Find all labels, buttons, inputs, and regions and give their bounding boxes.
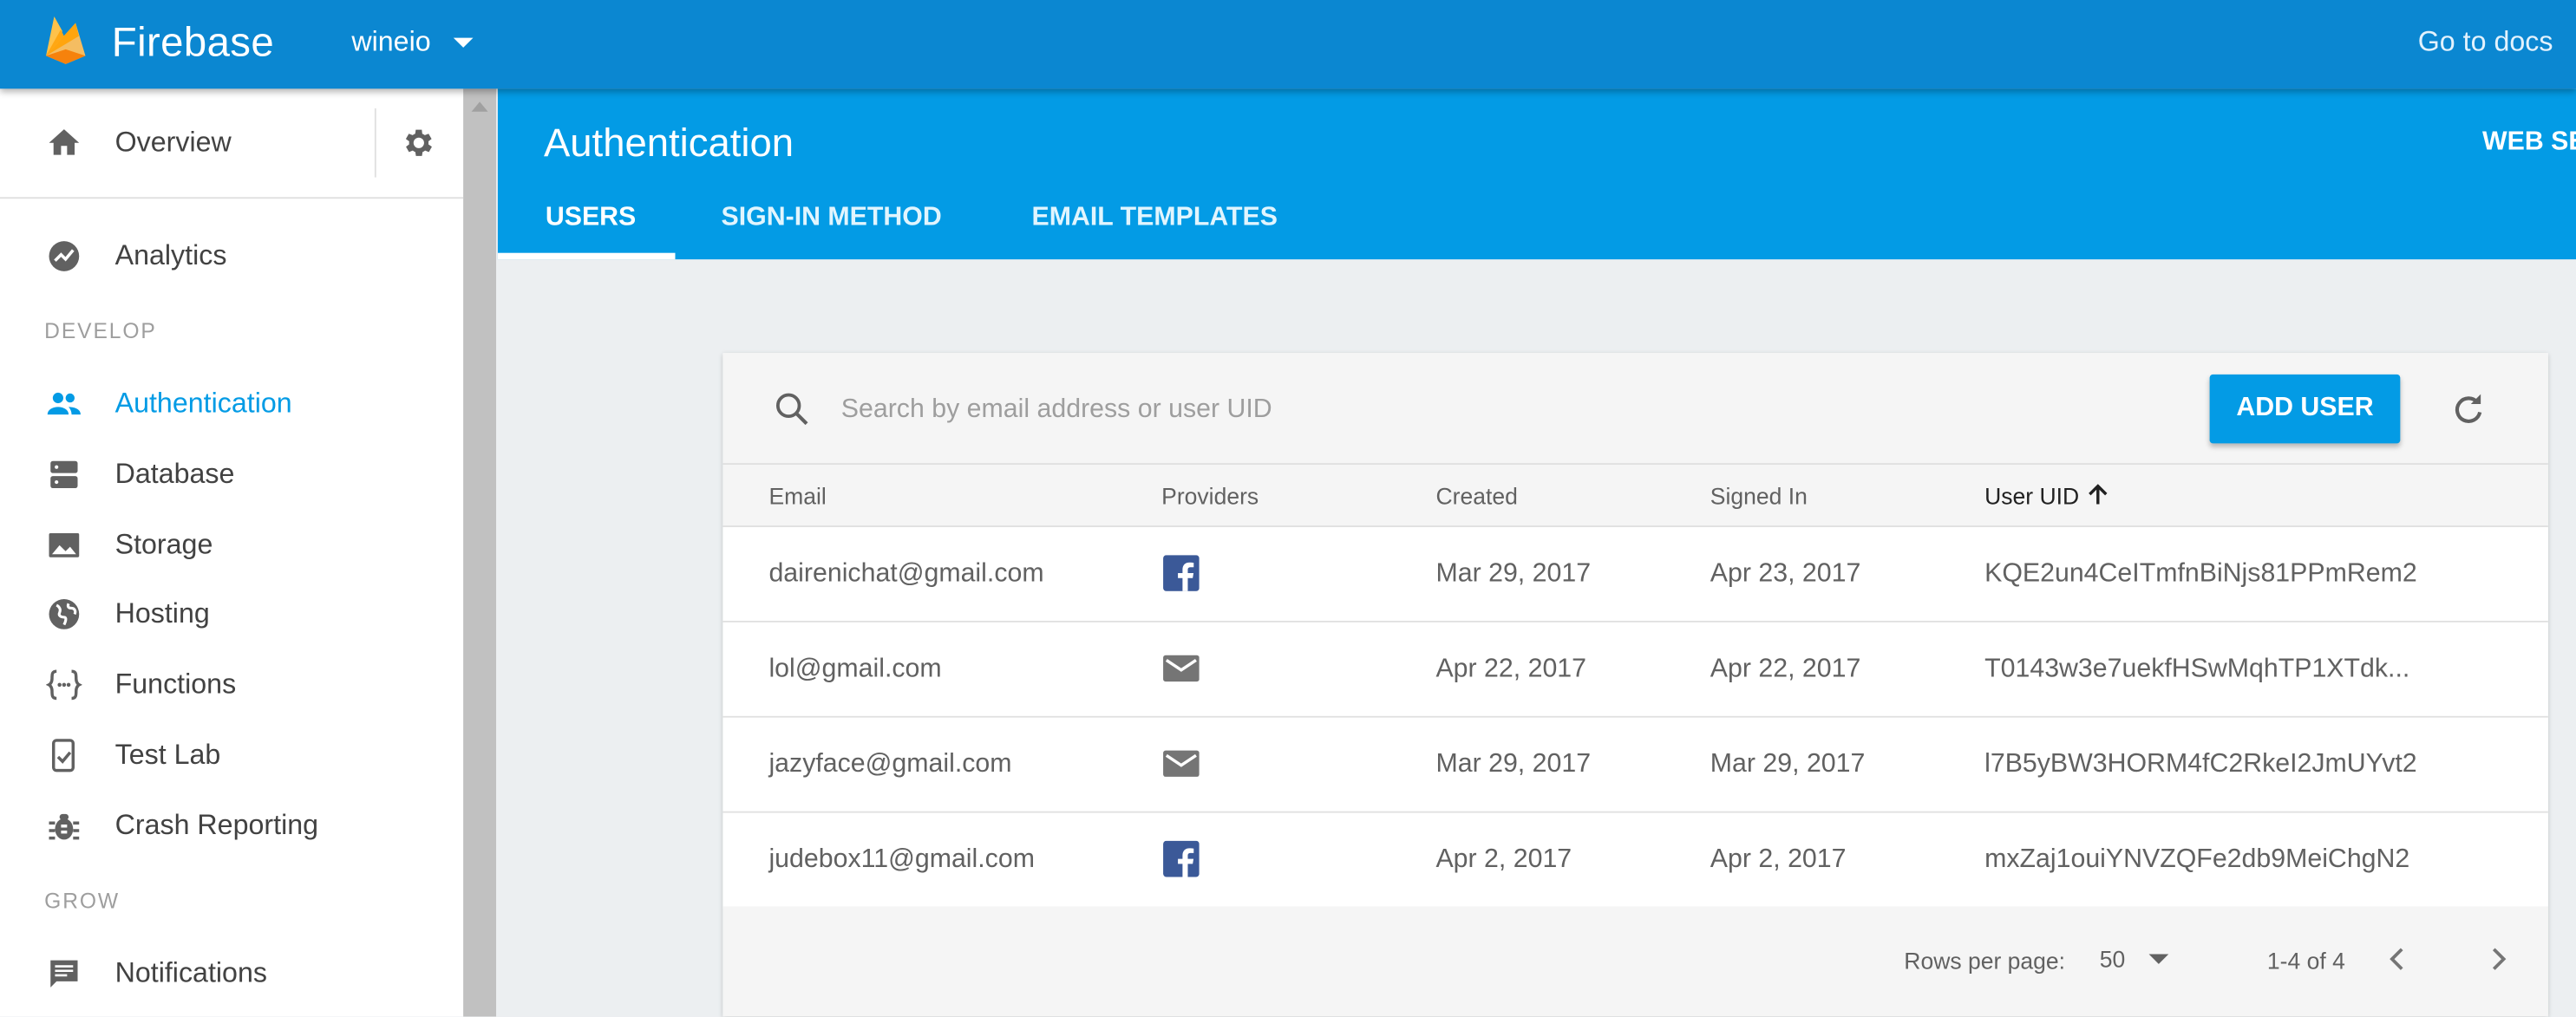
- sidebar-item-authentication[interactable]: Authentication: [0, 371, 463, 437]
- column-header-providers: Providers: [1161, 482, 1259, 510]
- sidebar-item-database[interactable]: Database: [0, 442, 463, 508]
- facebook-icon: [1163, 840, 1200, 877]
- tab-sign-in-method[interactable]: SIGN-IN METHOD: [722, 204, 942, 233]
- message-icon: [50, 960, 78, 988]
- created-date: Apr 2, 2017: [1435, 845, 1572, 874]
- user-uid: T0143w3e7uekfHSwMqhTP1XTdk...: [1984, 655, 2410, 683]
- section-heading-develop: DEVELOP: [44, 318, 157, 343]
- user-email: jazyface@gmail.com: [768, 750, 1012, 779]
- column-header-created[interactable]: Created: [1435, 483, 1517, 509]
- table-header: Email Providers Created Signed In User U…: [722, 465, 2548, 528]
- sidebar-item-test-lab[interactable]: Test Lab: [0, 722, 463, 788]
- signed-in-date: Mar 29, 2017: [1710, 750, 1866, 779]
- section-heading-grow: GROW: [44, 888, 121, 914]
- sidebar-item-crash-reporting[interactable]: Crash Reporting: [0, 793, 463, 859]
- page-range: 1-4 of 4: [2266, 947, 2345, 975]
- go-to-docs-link[interactable]: Go to docs: [2418, 26, 2553, 59]
- search-icon: [775, 393, 808, 426]
- sidebar-item-overview[interactable]: Overview: [0, 110, 375, 176]
- sidebar-item-label: Hosting: [114, 597, 210, 629]
- bug-icon: [49, 813, 80, 840]
- table-row[interactable]: judebox11@gmail.com Apr 2, 2017 Apr 2, 2…: [722, 812, 2548, 909]
- rows-per-page-label: Rows per page:: [1904, 947, 2066, 975]
- image-icon: [49, 532, 80, 557]
- analytics-icon: [49, 241, 80, 271]
- sidebar: Overview Analytics DEVELOP Authenticatio…: [0, 88, 464, 1017]
- chevron-down-icon: [2148, 954, 2168, 964]
- sidebar-scrollbar[interactable]: [463, 88, 497, 1017]
- arrow-up-icon[interactable]: [2087, 483, 2110, 506]
- sidebar-item-storage[interactable]: Storage: [0, 512, 463, 578]
- chevron-left-icon[interactable]: [2381, 942, 2414, 975]
- table-row[interactable]: dairenichat@gmail.com Mar 29, 2017 Apr 2…: [722, 527, 2548, 623]
- tab-users[interactable]: USERS: [546, 204, 636, 233]
- chevron-right-icon[interactable]: [2482, 942, 2515, 975]
- phone-check-icon: [51, 739, 75, 773]
- rows-per-page-value: 50: [2099, 946, 2126, 973]
- page-header: Authentication WEB SE USERS SIGN-IN METH…: [497, 88, 2576, 260]
- email-icon: [1163, 655, 1200, 682]
- main-content: ADD USER Email Providers Created Signed …: [497, 259, 2576, 1017]
- user-email: judebox11@gmail.com: [768, 845, 1035, 874]
- column-header-email[interactable]: Email: [768, 483, 826, 509]
- sidebar-item-label: Storage: [114, 528, 213, 560]
- created-date: Apr 22, 2017: [1435, 655, 1587, 683]
- web-setup-link[interactable]: WEB SE: [2482, 128, 2576, 158]
- table-row[interactable]: jazyface@gmail.com Mar 29, 2017 Mar 29, …: [722, 717, 2548, 813]
- sidebar-item-label: Authentication: [114, 388, 292, 420]
- rows-per-page-select[interactable]: 50: [2100, 946, 2168, 972]
- active-tab-indicator: [497, 252, 676, 260]
- table-pagination: Rows per page: 50 1-4 of 4: [722, 906, 2548, 1017]
- home-icon: [49, 129, 80, 155]
- functions-icon: [46, 669, 82, 701]
- refresh-icon[interactable]: [2448, 389, 2487, 428]
- sidebar-item-label: Test Lab: [114, 739, 221, 771]
- sidebar-item-label: Overview: [114, 126, 232, 158]
- sidebar-item-label: Notifications: [114, 957, 268, 989]
- sidebar-item-label: Functions: [114, 668, 237, 700]
- column-header-signed-in[interactable]: Signed In: [1710, 483, 1808, 509]
- email-icon: [1163, 750, 1200, 777]
- column-header-user-uid[interactable]: User UID: [1984, 483, 2079, 509]
- user-email: dairenichat@gmail.com: [768, 559, 1044, 589]
- signed-in-date: Apr 2, 2017: [1710, 845, 1847, 874]
- globe-icon: [49, 599, 80, 629]
- project-selector[interactable]: wineio: [351, 26, 474, 59]
- tab-email-templates[interactable]: EMAIL TEMPLATES: [1032, 204, 1278, 233]
- brand-name[interactable]: Firebase: [112, 20, 274, 68]
- sidebar-item-notifications[interactable]: Notifications: [0, 941, 463, 1007]
- sidebar-item-hosting[interactable]: Hosting: [0, 582, 463, 648]
- sidebar-item-functions[interactable]: Functions: [0, 652, 463, 718]
- sidebar-item-analytics[interactable]: Analytics: [0, 224, 463, 290]
- signed-in-date: Apr 23, 2017: [1710, 559, 1861, 589]
- user-uid: mxZaj1ouiYNVZQFe2db9MeiChgN2: [1984, 845, 2410, 874]
- user-uid: l7B5yBW3HORM4fC2RkeI2JmUYvt2: [1984, 750, 2417, 779]
- overview-section: Overview: [0, 88, 464, 199]
- table-row[interactable]: lol@gmail.com Apr 22, 2017 Apr 22, 2017 …: [722, 622, 2548, 718]
- page-title: Authentication: [543, 121, 794, 166]
- users-toolbar: ADD USER: [722, 353, 2548, 466]
- facebook-icon: [1163, 555, 1200, 591]
- search-input[interactable]: [838, 382, 1995, 439]
- user-uid: KQE2un4CeITmfnBiNjs81PPmRem2: [1984, 559, 2417, 589]
- sidebar-item-label: Analytics: [114, 239, 227, 271]
- created-date: Mar 29, 2017: [1435, 559, 1592, 589]
- signed-in-date: Apr 22, 2017: [1710, 655, 1861, 683]
- users-card: ADD USER Email Providers Created Signed …: [722, 353, 2548, 1017]
- chevron-down-icon: [454, 37, 474, 48]
- database-icon: [50, 460, 78, 489]
- project-name: wineio: [351, 26, 431, 58]
- created-date: Mar 29, 2017: [1435, 750, 1592, 779]
- top-bar: Firebase wineio Go to docs: [0, 0, 2576, 89]
- divider: [374, 108, 376, 178]
- add-user-button[interactable]: ADD USER: [2209, 374, 2401, 444]
- gear-icon[interactable]: [399, 125, 435, 161]
- sidebar-item-label: Database: [114, 458, 235, 490]
- people-icon: [47, 392, 81, 415]
- scroll-up-arrow-icon[interactable]: [471, 101, 488, 112]
- user-email: lol@gmail.com: [768, 655, 942, 683]
- sidebar-item-label: Crash Reporting: [114, 809, 319, 841]
- firebase-logo-icon[interactable]: [42, 13, 88, 66]
